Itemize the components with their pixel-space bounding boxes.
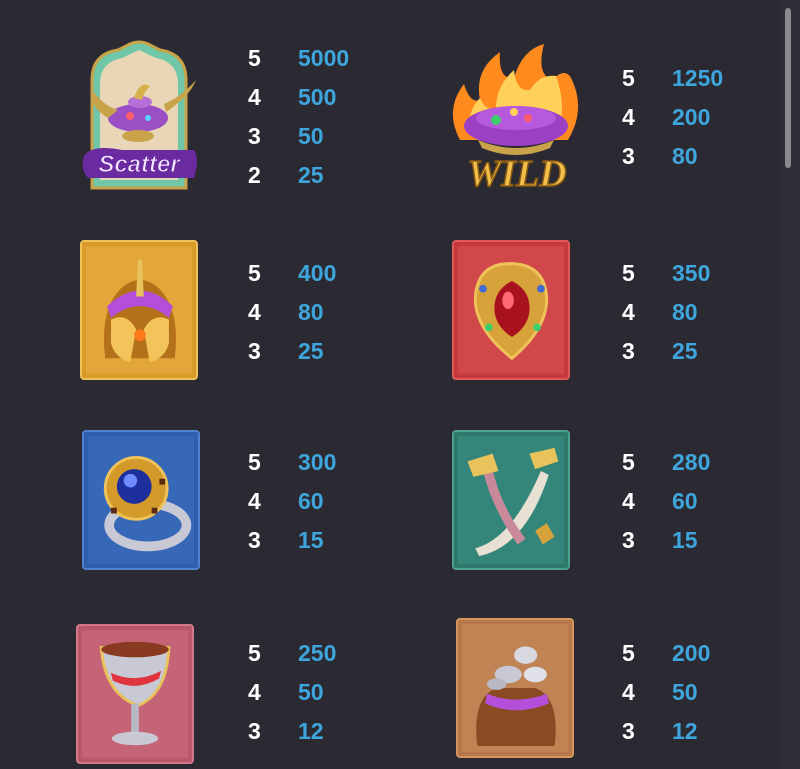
match-count: 3 [248, 338, 261, 364]
match-count: 2 [248, 162, 261, 188]
match-count: 5 [622, 449, 635, 475]
match-count: 5 [622, 640, 635, 666]
match-count: 5 [248, 449, 261, 475]
match-count: 4 [248, 488, 261, 514]
coin-pouch-icon [456, 618, 574, 758]
scrollbar-thumb[interactable] [785, 8, 791, 168]
match-count: 5 [622, 260, 635, 286]
match-count: 4 [248, 299, 261, 325]
payout-amount: 250 [298, 640, 337, 666]
match-count: 3 [622, 143, 635, 169]
payout-amount: 60 [672, 488, 698, 514]
match-count: 4 [248, 84, 261, 110]
payout-amount: 80 [298, 299, 324, 325]
payout-amount: 12 [298, 718, 324, 744]
payout-amount: 80 [672, 143, 698, 169]
match-count: 4 [622, 488, 635, 514]
payout-amount: 25 [672, 338, 698, 364]
payout-amount: 50 [298, 123, 324, 149]
wild-genie-icon: WILD [440, 40, 590, 195]
payout-amount: 12 [672, 718, 698, 744]
match-count: 3 [248, 718, 261, 744]
payout-amount: 25 [298, 338, 324, 364]
goblet-icon [76, 624, 194, 764]
match-count: 5 [248, 260, 261, 286]
payout-amount: 5000 [298, 45, 350, 71]
payout-amount: 500 [298, 84, 337, 110]
match-count: 4 [622, 104, 635, 130]
helmet-icon [80, 240, 198, 380]
match-count: 4 [622, 299, 635, 325]
vertical-scrollbar[interactable] [780, 0, 800, 769]
match-count: 3 [622, 718, 635, 744]
payout-amount: 1250 [672, 65, 724, 91]
payout-amount: 50 [298, 679, 324, 705]
payout-amount: 200 [672, 104, 711, 130]
match-count: 3 [622, 338, 635, 364]
payout-amount: 280 [672, 449, 711, 475]
match-count: 5 [248, 640, 261, 666]
wild-label: WILD [467, 153, 566, 195]
sapphire-ring-icon [82, 430, 200, 570]
match-count: 3 [622, 527, 635, 553]
payout-amount: 350 [672, 260, 711, 286]
match-count: 3 [248, 527, 261, 553]
scatter-label: Scatter [98, 151, 181, 178]
match-count: 4 [622, 679, 635, 705]
match-count: 5 [248, 45, 261, 71]
scatter-lamp-icon: Scatter [78, 40, 200, 190]
payout-amount: 15 [672, 527, 698, 553]
ruby-amulet-icon [452, 240, 570, 380]
payout-amount: 400 [298, 260, 337, 286]
payout-amount: 60 [298, 488, 324, 514]
payout-amount: 200 [672, 640, 711, 666]
payout-amount: 50 [672, 679, 698, 705]
payout-amount: 300 [298, 449, 337, 475]
match-count: 5 [622, 65, 635, 91]
match-count: 3 [248, 123, 261, 149]
payout-amount: 15 [298, 527, 324, 553]
payout-amount: 80 [672, 299, 698, 325]
payout-amount: 25 [298, 162, 324, 188]
crossed-daggers-icon [452, 430, 570, 570]
match-count: 4 [248, 679, 261, 705]
